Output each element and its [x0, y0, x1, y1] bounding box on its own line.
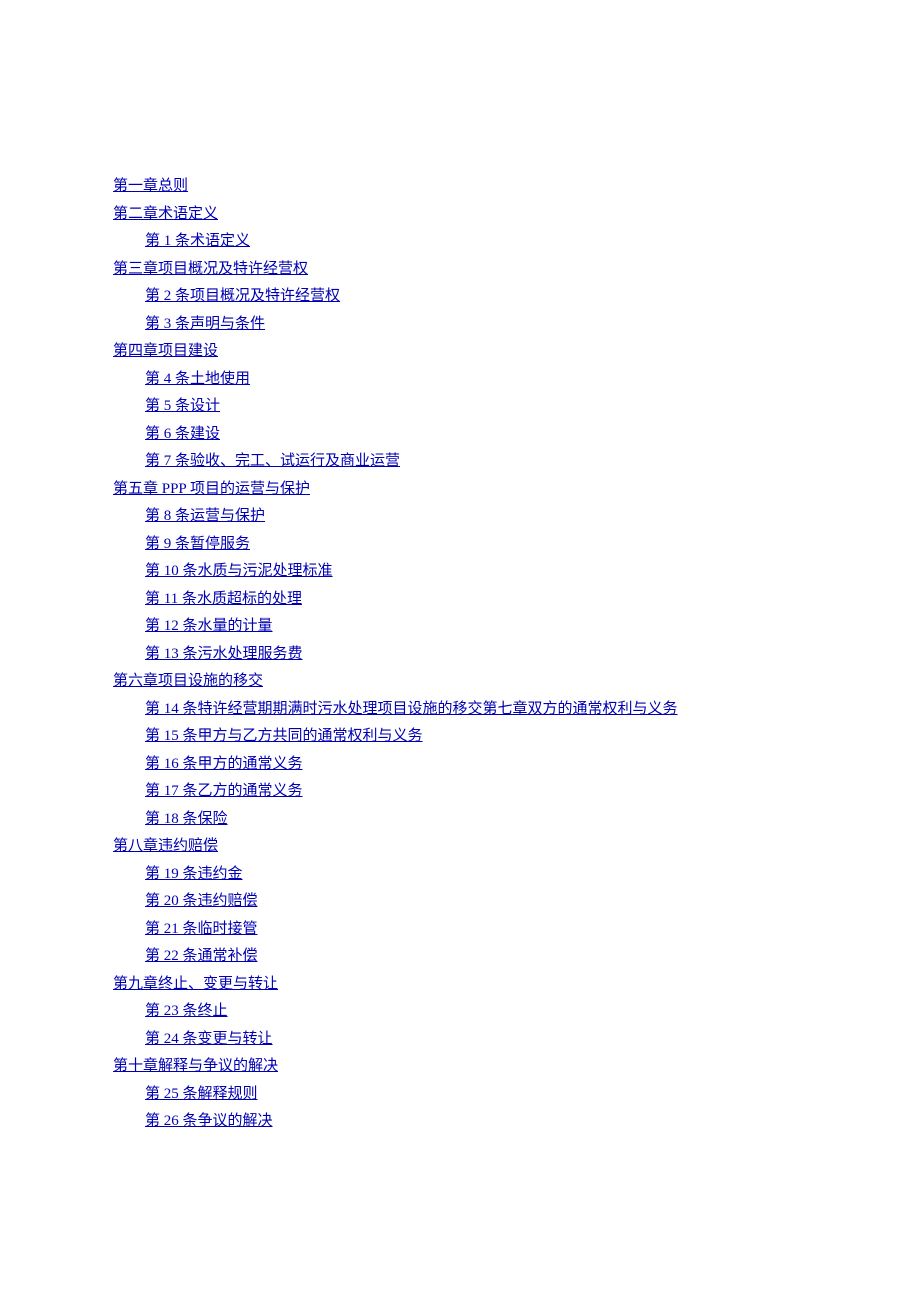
section-link[interactable]: 第 16 条甲方的通常义务 [145, 756, 303, 772]
toc-entry: 第 3 条声明与条件 [145, 311, 807, 339]
toc-entry: 第四章项目建设 [113, 338, 807, 366]
toc-entry: 第 16 条甲方的通常义务 [145, 751, 807, 779]
section-link[interactable]: 第 18 条保险 [145, 811, 228, 827]
chapter-link[interactable]: 第八章违约赔偿 [113, 838, 218, 854]
table-of-contents: 第一章总则第二章术语定义第 1 条术语定义第三章项目概况及特许经营权第 2 条项… [113, 173, 807, 1136]
toc-entry: 第 17 条乙方的通常义务 [145, 778, 807, 806]
toc-entry: 第 5 条设计 [145, 393, 807, 421]
section-link[interactable]: 第 23 条终止 [145, 1003, 228, 1019]
toc-entry: 第六章项目设施的移交 [113, 668, 807, 696]
section-link[interactable]: 第 17 条乙方的通常义务 [145, 783, 303, 799]
section-link[interactable]: 第 21 条临时接管 [145, 921, 258, 937]
section-link[interactable]: 第 26 条争议的解决 [145, 1113, 273, 1129]
section-link[interactable]: 第 6 条建设 [145, 426, 220, 442]
chapter-link[interactable]: 第七章双方的通常权利与义务 [483, 701, 678, 717]
section-link[interactable]: 第 19 条违约金 [145, 866, 243, 882]
chapter-link[interactable]: 第二章术语定义 [113, 206, 218, 222]
section-link[interactable]: 第 13 条污水处理服务费 [145, 646, 303, 662]
toc-entry: 第 26 条争议的解决 [145, 1108, 807, 1136]
section-link[interactable]: 第 12 条水量的计量 [145, 618, 273, 634]
toc-entry: 第 10 条水质与污泥处理标准 [145, 558, 807, 586]
toc-entry: 第 25 条解释规则 [145, 1081, 807, 1109]
toc-entry: 第 11 条水质超标的处理 [145, 586, 807, 614]
toc-entry: 第 6 条建设 [145, 421, 807, 449]
chapter-link[interactable]: 第一章总则 [113, 178, 188, 194]
toc-entry: 第 19 条违约金 [145, 861, 807, 889]
toc-entry: 第 14 条特许经营期期满时污水处理项目设施的移交第七章双方的通常权利与义务 [145, 696, 807, 724]
toc-entry: 第 9 条暂停服务 [145, 531, 807, 559]
chapter-link[interactable]: 第六章项目设施的移交 [113, 673, 263, 689]
toc-entry: 第二章术语定义 [113, 201, 807, 229]
section-link[interactable]: 第 9 条暂停服务 [145, 536, 250, 552]
chapter-link[interactable]: 第三章项目概况及特许经营权 [113, 261, 308, 277]
toc-entry: 第五章 PPP 项目的运营与保护 [113, 476, 807, 504]
toc-entry: 第三章项目概况及特许经营权 [113, 256, 807, 284]
section-link[interactable]: 第 22 条通常补偿 [145, 948, 258, 964]
section-link[interactable]: 第 8 条运营与保护 [145, 508, 265, 524]
toc-entry: 第 18 条保险 [145, 806, 807, 834]
toc-entry: 第 24 条变更与转让 [145, 1026, 807, 1054]
section-link[interactable]: 第 14 条特许经营期期满时污水处理项目设施的移交 [145, 701, 483, 717]
toc-entry: 第 1 条术语定义 [145, 228, 807, 256]
section-link[interactable]: 第 2 条项目概况及特许经营权 [145, 288, 340, 304]
section-link[interactable]: 第 5 条设计 [145, 398, 220, 414]
chapter-link[interactable]: 第九章终止、变更与转让 [113, 976, 278, 992]
toc-entry: 第 12 条水量的计量 [145, 613, 807, 641]
section-link[interactable]: 第 3 条声明与条件 [145, 316, 265, 332]
section-link[interactable]: 第 24 条变更与转让 [145, 1031, 273, 1047]
section-link[interactable]: 第 15 条甲方与乙方共同的通常权利与义务 [145, 728, 423, 744]
chapter-link[interactable]: 第五章 PPP 项目的运营与保护 [113, 481, 310, 497]
toc-entry: 第 8 条运营与保护 [145, 503, 807, 531]
toc-entry: 第 13 条污水处理服务费 [145, 641, 807, 669]
section-link[interactable]: 第 11 条水质超标的处理 [145, 591, 302, 607]
toc-entry: 第 21 条临时接管 [145, 916, 807, 944]
toc-entry: 第 15 条甲方与乙方共同的通常权利与义务 [145, 723, 807, 751]
chapter-link[interactable]: 第四章项目建设 [113, 343, 218, 359]
toc-entry: 第十章解释与争议的解决 [113, 1053, 807, 1081]
section-link[interactable]: 第 10 条水质与污泥处理标准 [145, 563, 333, 579]
section-link[interactable]: 第 20 条违约赔偿 [145, 893, 258, 909]
section-link[interactable]: 第 1 条术语定义 [145, 233, 250, 249]
toc-entry: 第一章总则 [113, 173, 807, 201]
section-link[interactable]: 第 4 条土地使用 [145, 371, 250, 387]
chapter-link[interactable]: 第十章解释与争议的解决 [113, 1058, 278, 1074]
toc-entry: 第 22 条通常补偿 [145, 943, 807, 971]
toc-entry: 第 20 条违约赔偿 [145, 888, 807, 916]
toc-entry: 第 4 条土地使用 [145, 366, 807, 394]
section-link[interactable]: 第 7 条验收、完工、试运行及商业运营 [145, 453, 400, 469]
toc-entry: 第 7 条验收、完工、试运行及商业运营 [145, 448, 807, 476]
toc-entry: 第九章终止、变更与转让 [113, 971, 807, 999]
toc-entry: 第八章违约赔偿 [113, 833, 807, 861]
section-link[interactable]: 第 25 条解释规则 [145, 1086, 258, 1102]
toc-entry: 第 2 条项目概况及特许经营权 [145, 283, 807, 311]
toc-entry: 第 23 条终止 [145, 998, 807, 1026]
